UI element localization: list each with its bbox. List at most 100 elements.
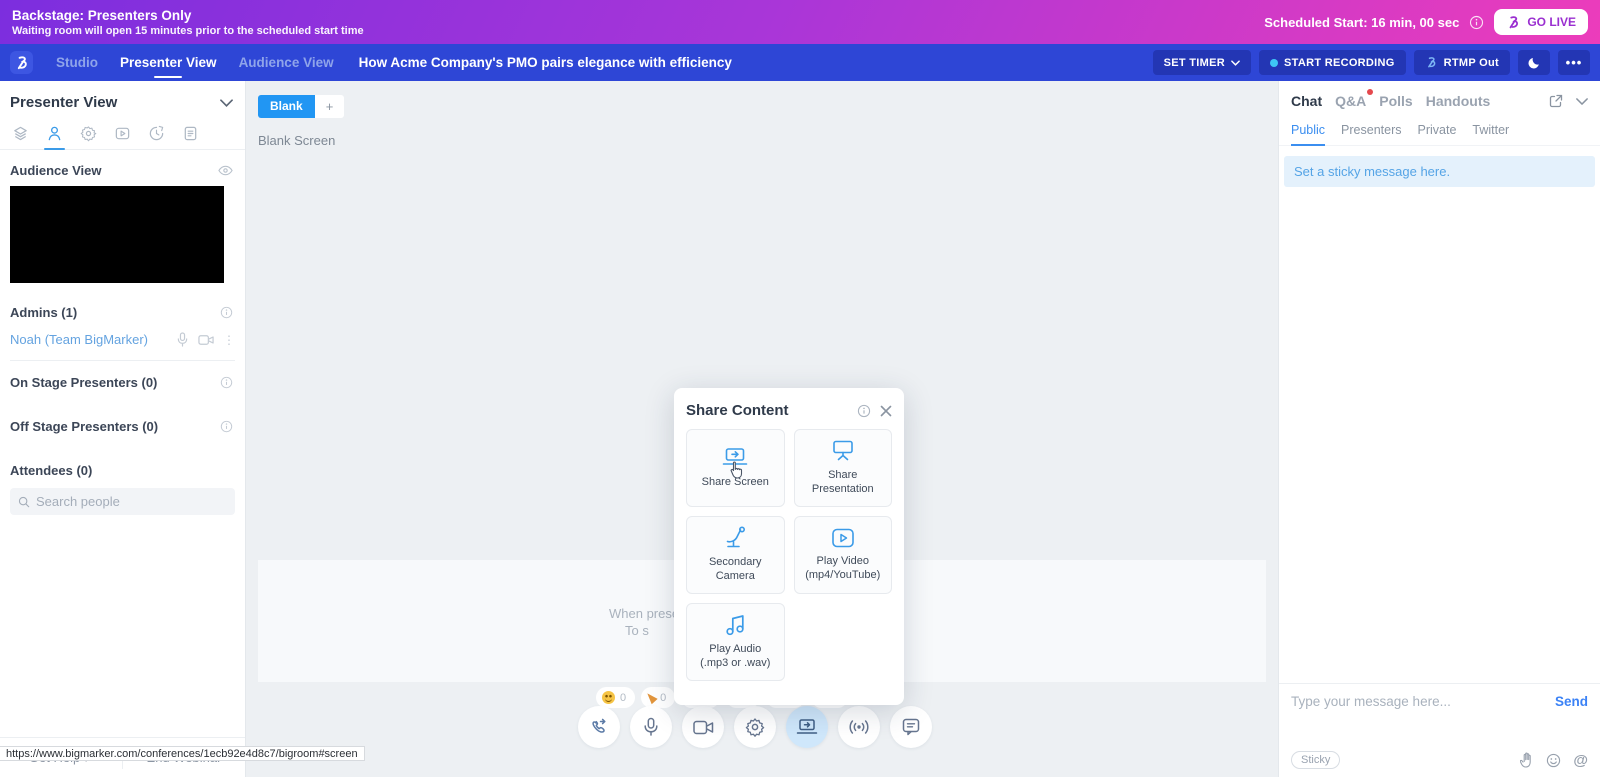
tab-studio[interactable]: Studio (56, 44, 98, 81)
reaction-party[interactable]: 0 (641, 687, 676, 708)
tab-notes[interactable] (180, 121, 201, 149)
admin-name[interactable]: Noah (Team BigMarker) (10, 332, 176, 347)
tab-layers[interactable] (10, 121, 31, 149)
option-label: Share (828, 469, 858, 482)
status-url-text: https://www.bigmarker.com/conferences/1e… (6, 747, 358, 760)
brand-logo-icon (1425, 56, 1438, 69)
chat-button[interactable] (890, 706, 932, 748)
sticky-toggle-button[interactable]: Sticky (1291, 751, 1341, 769)
tab-polls[interactable]: Polls (1379, 93, 1412, 109)
reaction-smile[interactable]: 0 (596, 687, 636, 708)
start-recording-label: START RECORDING (1284, 56, 1395, 69)
info-icon[interactable] (857, 404, 871, 418)
camera-icon[interactable] (198, 334, 214, 346)
search-people-input[interactable] (36, 494, 206, 509)
send-button[interactable]: Send (1555, 694, 1588, 709)
modal-title: Share Content (686, 402, 789, 419)
tab-presenter-view[interactable]: Presenter View (120, 44, 217, 81)
kebab-menu-icon[interactable]: ⋮ (223, 333, 235, 347)
on-stage-label: On Stage Presenters (0) (10, 375, 158, 390)
rtmp-out-label: RTMP Out (1443, 56, 1499, 69)
close-icon[interactable] (880, 405, 892, 417)
dark-mode-button[interactable] (1518, 50, 1550, 75)
option-label: Play Video (816, 554, 869, 567)
tab-video[interactable] (112, 121, 133, 149)
tab-people[interactable] (44, 121, 65, 150)
webcam-icon (723, 526, 748, 549)
presenter-sidebar: Presenter View Audience View Admins (1) … (0, 81, 246, 777)
broadcast-button[interactable] (838, 706, 880, 748)
subtab-twitter[interactable]: Twitter (1472, 123, 1509, 145)
go-live-label: GO LIVE (1527, 15, 1576, 29)
share-content-button[interactable] (786, 706, 828, 748)
tab-blank[interactable]: Blank (258, 95, 315, 118)
sticky-message-hint[interactable]: Set a sticky message here. (1284, 156, 1595, 187)
audience-view-label: Audience View (10, 163, 102, 178)
collapse-chevron-icon[interactable] (1576, 97, 1588, 105)
chevron-down-icon (1231, 59, 1240, 66)
camera-button[interactable] (682, 706, 724, 748)
subtab-public[interactable]: Public (1291, 123, 1326, 146)
party-popper-icon (644, 690, 658, 705)
backstage-bar: Backstage: Presenters Only Waiting room … (0, 0, 1600, 44)
subtab-private[interactable]: Private (1418, 123, 1457, 145)
info-icon[interactable] (1469, 15, 1484, 30)
play-audio-icon (724, 614, 747, 636)
set-timer-label: SET TIMER (1163, 56, 1225, 69)
audience-view-preview (10, 186, 224, 283)
stage-area: Blank + Blank Screen When preser To s 0 … (246, 81, 1278, 777)
option-label2: (mp4/YouTube) (805, 568, 881, 581)
presentation-icon (831, 439, 855, 462)
emoji-icon[interactable] (1546, 753, 1561, 768)
add-tab-button[interactable]: + (314, 95, 345, 118)
share-screen-option[interactable]: Share Screen (686, 429, 785, 507)
set-timer-button[interactable]: SET TIMER (1152, 50, 1251, 75)
start-recording-button[interactable]: START RECORDING (1259, 50, 1406, 75)
reaction-count: 0 (660, 691, 667, 704)
settings-button[interactable] (734, 706, 776, 748)
tab-audience-view[interactable]: Audience View (239, 44, 334, 81)
info-icon[interactable] (220, 376, 233, 389)
option-label2: Camera (715, 570, 755, 582)
admins-label: Admins (1) (10, 305, 78, 320)
stage-hint-line1: When preser (609, 606, 684, 621)
share-presentation-option[interactable]: Share Presentation (793, 429, 892, 507)
mic-icon[interactable] (176, 332, 189, 347)
chat-message-input[interactable] (1291, 694, 1555, 709)
mention-icon[interactable]: @ (1573, 752, 1588, 769)
popout-icon[interactable] (1549, 94, 1563, 108)
info-icon[interactable] (220, 420, 233, 433)
webinar-title: How Acme Company's PMO pairs elegance wi… (358, 55, 732, 70)
sidebar-panel-title: Presenter View (10, 94, 118, 111)
tab-timer[interactable] (146, 121, 167, 149)
stage-hint-line2: To s (625, 623, 649, 638)
tab-chat[interactable]: Chat (1291, 93, 1322, 109)
brand-logo-icon[interactable] (10, 51, 33, 74)
chat-message-list (1279, 187, 1600, 683)
play-video-option[interactable]: Play Video (mp4/YouTube) (793, 516, 892, 594)
play-audio-option[interactable]: Play Audio (.mp3 or .wav) (686, 603, 785, 681)
tab-settings[interactable] (78, 121, 99, 149)
option-label: Play Audio (709, 642, 762, 655)
status-bar-url: https://www.bigmarker.com/conferences/1e… (0, 746, 365, 761)
recording-dot-icon (1270, 58, 1278, 67)
eye-icon[interactable] (218, 165, 233, 176)
search-icon (18, 496, 30, 508)
reaction-count: 0 (620, 691, 627, 704)
option-label2: (.mp3 or .wav) (700, 656, 771, 669)
raise-hand-icon[interactable] (1520, 752, 1534, 768)
tab-handouts[interactable]: Handouts (1426, 93, 1491, 109)
go-live-button[interactable]: GO LIVE (1494, 9, 1588, 35)
tab-qa[interactable]: Q&A (1335, 89, 1374, 109)
info-icon[interactable] (220, 306, 233, 319)
secondary-camera-option[interactable]: Secondary Camera (686, 516, 785, 594)
blank-screen-label: Blank Screen (258, 133, 336, 148)
dial-in-button[interactable] (578, 706, 620, 748)
mic-button[interactable] (630, 706, 672, 748)
subtab-presenters[interactable]: Presenters (1341, 123, 1401, 145)
rtmp-out-button[interactable]: RTMP Out (1413, 50, 1510, 75)
option-label2: Presentation (811, 483, 874, 495)
more-options-button[interactable]: ••• (1558, 50, 1590, 75)
collapse-chevron-icon[interactable] (220, 98, 233, 107)
control-bar (578, 706, 932, 748)
